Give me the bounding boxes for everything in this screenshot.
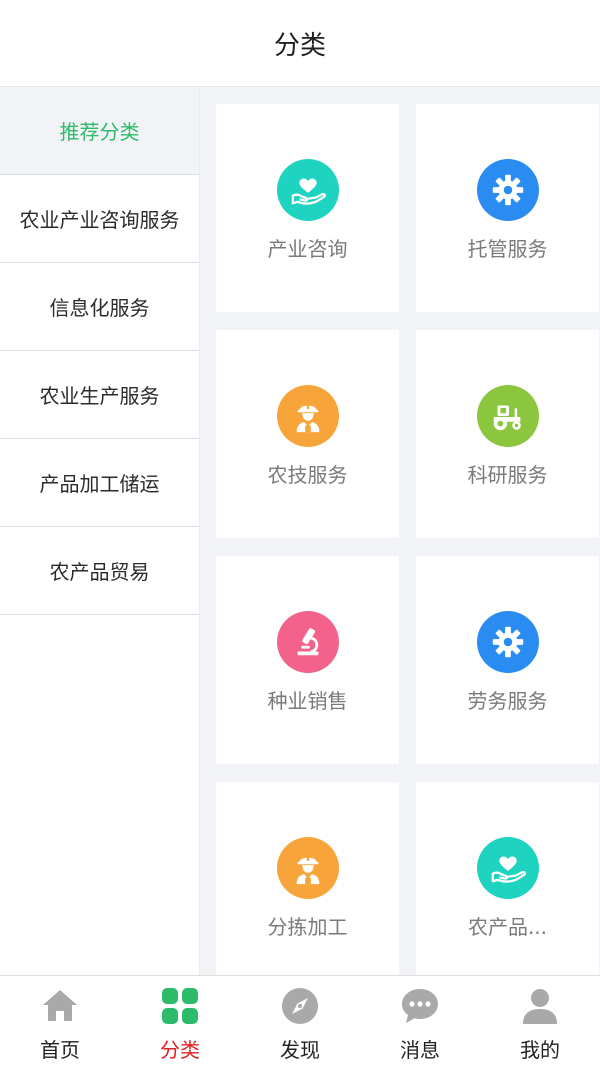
category-sidebar: 推荐分类 农业产业咨询服务 信息化服务 农业生产服务 产品加工储运 农产品贸易 [0, 87, 200, 975]
service-card-label: 农产品... [467, 915, 548, 939]
service-grid: 产业咨询 托管服务农技服务 科研服务种业销售 劳务服务分拣加工 农产品... [216, 104, 600, 975]
microscope-icon [276, 611, 339, 673]
card-agri-tech-service[interactable]: 农技服务 [216, 330, 399, 538]
user-icon [520, 986, 560, 1026]
sidebar-item-processing[interactable]: 产品加工储运 [0, 439, 199, 527]
gear-icon [476, 611, 539, 673]
tab-messages[interactable]: 消息 [360, 976, 480, 1067]
worker-icon [276, 837, 339, 899]
card-seed-sales[interactable]: 种业销售 [216, 556, 399, 764]
sidebar-item-trade[interactable]: 农产品贸易 [0, 527, 199, 615]
sidebar-item-consulting[interactable]: 农业产业咨询服务 [0, 175, 199, 263]
app-root: 分类 推荐分类 农业产业咨询服务 信息化服务 农业生产服务 产品加工储运 农产品… [0, 0, 600, 1067]
tab-label: 分类 [160, 1038, 200, 1062]
header-bar: 分类 [0, 0, 600, 87]
service-card-label: 劳务服务 [467, 689, 548, 713]
category-content: 产业咨询 托管服务农技服务 科研服务种业销售 劳务服务分拣加工 农产品... [200, 87, 600, 975]
heart-hand-icon [276, 159, 339, 221]
service-card-label: 托管服务 [467, 237, 548, 261]
tab-home[interactable]: 首页 [0, 976, 120, 1067]
tab-category[interactable]: 分类 [120, 976, 240, 1067]
gear-icon [476, 159, 539, 221]
card-industry-consulting[interactable]: 产业咨询 [216, 104, 399, 312]
card-agri-products[interactable]: 农产品... [416, 782, 599, 975]
message-icon [400, 986, 440, 1026]
worker-icon [276, 385, 339, 447]
sidebar-item-production[interactable]: 农业生产服务 [0, 351, 199, 439]
card-custody-service[interactable]: 托管服务 [416, 104, 599, 312]
tab-label: 首页 [40, 1038, 80, 1062]
service-card-label: 分拣加工 [267, 915, 348, 939]
tab-label: 我的 [520, 1038, 560, 1062]
sidebar-item-recommended[interactable]: 推荐分类 [0, 87, 199, 175]
service-card-label: 产业咨询 [267, 237, 348, 261]
tab-label: 消息 [400, 1038, 440, 1062]
home-icon [40, 986, 80, 1026]
tab-label: 发现 [280, 1038, 320, 1062]
heart-hand-icon [476, 837, 539, 899]
bottom-tab-bar: 首页 分类 发现 消息 我的 [0, 975, 600, 1067]
sidebar-item-informatization[interactable]: 信息化服务 [0, 263, 199, 351]
service-card-label: 种业销售 [267, 689, 348, 713]
sidebar-item-label: 农业生产服务 [39, 384, 160, 408]
service-card-label: 科研服务 [467, 463, 548, 487]
sidebar-item-label: 农业产业咨询服务 [19, 208, 180, 232]
sidebar-item-label: 农产品贸易 [49, 560, 150, 584]
card-research-service[interactable]: 科研服务 [416, 330, 599, 538]
tab-discover[interactable]: 发现 [240, 976, 360, 1067]
tab-mine[interactable]: 我的 [480, 976, 600, 1067]
category-grid-icon [160, 986, 200, 1026]
service-card-label: 农技服务 [267, 463, 348, 487]
sidebar-item-label: 产品加工储运 [39, 472, 160, 496]
card-sorting-processing[interactable]: 分拣加工 [216, 782, 399, 975]
page-title: 分类 [273, 30, 326, 61]
sidebar-item-label: 推荐分类 [59, 120, 140, 144]
sidebar-item-label: 信息化服务 [49, 296, 150, 320]
tractor-icon [476, 385, 539, 447]
card-labor-service[interactable]: 劳务服务 [416, 556, 599, 764]
compass-icon [280, 986, 320, 1026]
